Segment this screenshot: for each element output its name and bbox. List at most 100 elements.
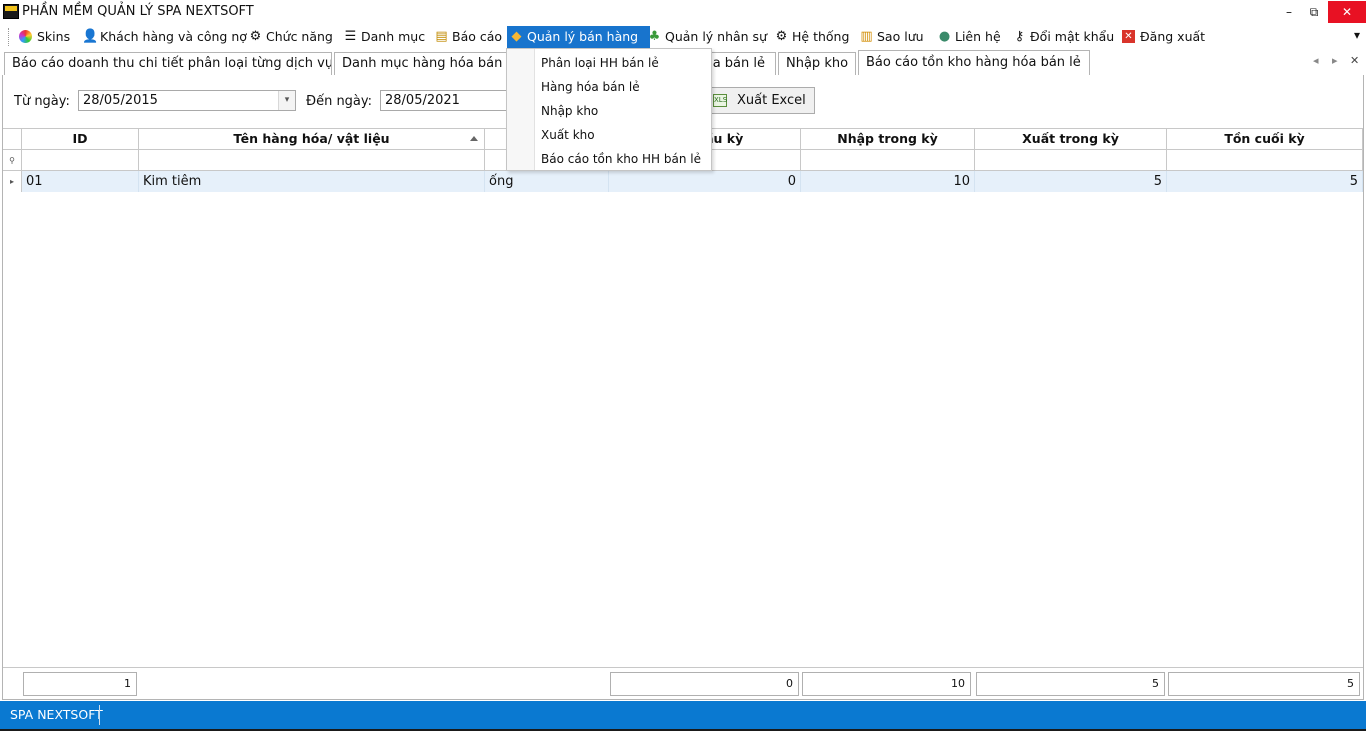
tab-revenue-report[interactable]: Báo cáo doanh thu chi tiết phân loại từn… <box>4 52 332 75</box>
menu-contact[interactable]: ● Liên hệ <box>935 26 1001 48</box>
to-date-value: 28/05/2021 <box>385 93 460 108</box>
menu-change-password[interactable]: ⚷ Đổi mật khẩu <box>1010 26 1115 48</box>
cell-id[interactable]: 01 <box>22 171 139 192</box>
grid-footer-divider <box>3 667 1363 668</box>
menu-grip <box>8 28 10 46</box>
status-text: SPA NEXTSOFT <box>10 707 103 722</box>
column-header-out[interactable]: Xuất trong kỳ <box>975 128 1167 150</box>
from-date-value: 28/05/2015 <box>83 93 158 108</box>
menu-label: Quản lý bán hàng <box>527 29 639 44</box>
close-window-button[interactable]: ✕ <box>1328 1 1366 23</box>
menu-label: Báo cáo <box>452 29 503 44</box>
sort-ascending-icon <box>470 136 478 141</box>
box-icon: ◆ <box>511 29 522 44</box>
dropdown-item-export[interactable]: Xuất kho <box>541 124 595 146</box>
logout-icon: ✕ <box>1122 30 1135 43</box>
from-date-field[interactable]: 28/05/2015 ▾ <box>78 90 296 111</box>
footer-in-total: 10 <box>802 672 971 696</box>
menu-customers-debt[interactable]: 👤 Khách hàng và công nợ <box>80 26 247 48</box>
dropdown-item-inventory-report[interactable]: Báo cáo tồn kho HH bán lẻ <box>541 148 701 170</box>
key-icon: ⚷ <box>1014 29 1025 44</box>
menu-hr-management[interactable]: ♣ Quản lý nhân sự <box>645 26 767 48</box>
tab-scroll-right-icon[interactable]: ▸ <box>1332 54 1338 67</box>
cell-opening[interactable]: 0 <box>609 171 801 192</box>
column-header-name-label: Tên hàng hóa/ vật liệu <box>233 131 390 146</box>
footer-opening-total: 0 <box>610 672 799 696</box>
filter-cell-out[interactable] <box>975 150 1167 171</box>
main-menu-bar: Skins 👤 Khách hàng và công nợ ⚙ Chức năng … <box>0 24 1366 50</box>
row-indicator-icon[interactable]: ▸ <box>3 171 22 192</box>
tab-import-stock[interactable]: Nhập kho <box>778 52 856 75</box>
person-icon: 👤 <box>82 29 99 44</box>
group-icon: ♣ <box>648 29 661 44</box>
chevron-down-icon[interactable]: ▾ <box>278 91 295 110</box>
status-bar: SPA NEXTSOFT <box>0 701 1366 729</box>
cell-in[interactable]: 10 <box>801 171 975 192</box>
dropdown-item-retail-goods[interactable]: Hàng hóa bán lẻ <box>541 76 640 98</box>
inventory-grid: ID Tên hàng hóa/ vật liệu Đơn vị Tồn đầu… <box>3 128 1363 668</box>
menu-sales-management[interactable]: ◆ Quản lý bán hàng <box>507 26 651 48</box>
chevron-down-icon[interactable]: ▾ <box>1354 28 1360 42</box>
header-corner <box>3 128 22 150</box>
dropdown-icon-gutter <box>507 49 535 170</box>
menu-backup[interactable]: ▥ Sao lưu <box>857 26 924 48</box>
filter-cell-closing[interactable] <box>1167 150 1363 171</box>
menu-label: Liên hệ <box>955 29 1001 44</box>
menu-label: Danh mục <box>361 29 426 44</box>
menu-label: Quản lý nhân sự <box>665 29 767 44</box>
export-excel-button[interactable]: XLS Xuất Excel <box>706 87 815 114</box>
cell-unit[interactable]: ống <box>485 171 609 192</box>
column-header-in[interactable]: Nhập trong kỳ <box>801 128 975 150</box>
menu-reports[interactable]: ▤ Báo cáo <box>432 26 502 48</box>
database-icon: ▥ <box>860 29 873 44</box>
app-logo-icon <box>3 4 19 19</box>
title-bar: PHẦN MỀM QUẢN LÝ SPA NEXTSOFT – ⧉ ✕ <box>0 0 1366 24</box>
cell-closing[interactable]: 5 <box>1167 171 1363 192</box>
filter-cell-name[interactable] <box>139 150 485 171</box>
menu-label: Chức năng <box>266 29 333 44</box>
cell-name[interactable]: Kim tiêm <box>139 171 485 192</box>
dropdown-item-import[interactable]: Nhập kho <box>541 100 598 122</box>
filter-cell-in[interactable] <box>801 150 975 171</box>
column-header-id[interactable]: ID <box>22 128 139 150</box>
dropdown-item-retail-categories[interactable]: Phân loại HH bán lẻ <box>541 52 659 74</box>
footer-count: 1 <box>23 672 137 696</box>
report-icon: ▤ <box>435 29 448 44</box>
menu-label: Đăng xuất <box>1140 29 1206 44</box>
gear-window-icon: ⚙ <box>249 29 262 44</box>
restore-button[interactable]: ⧉ <box>1304 1 1324 23</box>
filter-cell-id[interactable] <box>22 150 139 171</box>
to-date-label: Đến ngày: <box>306 94 373 109</box>
menu-catalog[interactable]: ☰ Danh mục <box>341 26 425 48</box>
menu-label: Skins <box>37 29 71 44</box>
palette-icon <box>19 30 32 43</box>
menu-label: Khách hàng và công nợ <box>100 29 247 44</box>
column-header-closing[interactable]: Tồn cuối kỳ <box>1167 128 1363 150</box>
menu-system[interactable]: ⚙ Hệ thống <box>772 26 850 48</box>
footer-closing-total: 5 <box>1168 672 1360 696</box>
menu-label: Hệ thống <box>792 29 850 44</box>
footer-out-total: 5 <box>976 672 1165 696</box>
menu-skins[interactable]: Skins <box>17 26 70 48</box>
list-icon: ☰ <box>344 29 357 44</box>
menu-label: Sao lưu <box>877 29 924 44</box>
tab-close-icon[interactable]: ✕ <box>1350 54 1359 67</box>
excel-icon: XLS <box>713 94 727 107</box>
contact-icon: ● <box>938 29 951 44</box>
tab-retail-goods-catalog[interactable]: Danh mục hàng hóa bán lẻ <box>334 52 514 75</box>
export-excel-label: Xuất Excel <box>737 93 806 108</box>
menu-logout[interactable]: ✕ Đăng xuất <box>1120 26 1205 48</box>
menu-label: Đổi mật khẩu <box>1030 29 1115 44</box>
gears-icon: ⚙ <box>775 29 788 44</box>
tab-scroll-left-icon[interactable]: ◂ <box>1313 54 1319 67</box>
app-title: PHẦN MỀM QUẢN LÝ SPA NEXTSOFT <box>22 4 254 19</box>
sales-management-dropdown: Phân loại HH bán lẻ Hàng hóa bán lẻ Nhập… <box>506 48 712 171</box>
cell-out[interactable]: 5 <box>975 171 1167 192</box>
minimize-button[interactable]: – <box>1279 1 1299 23</box>
tab-inventory-report[interactable]: Báo cáo tồn kho hàng hóa bán lẻ <box>858 50 1090 75</box>
status-separator <box>99 705 100 725</box>
from-date-label: Từ ngày: <box>14 94 70 109</box>
column-header-name[interactable]: Tên hàng hóa/ vật liệu <box>139 128 485 150</box>
filter-row-icon: ⚲ <box>3 150 22 171</box>
menu-functions[interactable]: ⚙ Chức năng <box>246 26 333 48</box>
